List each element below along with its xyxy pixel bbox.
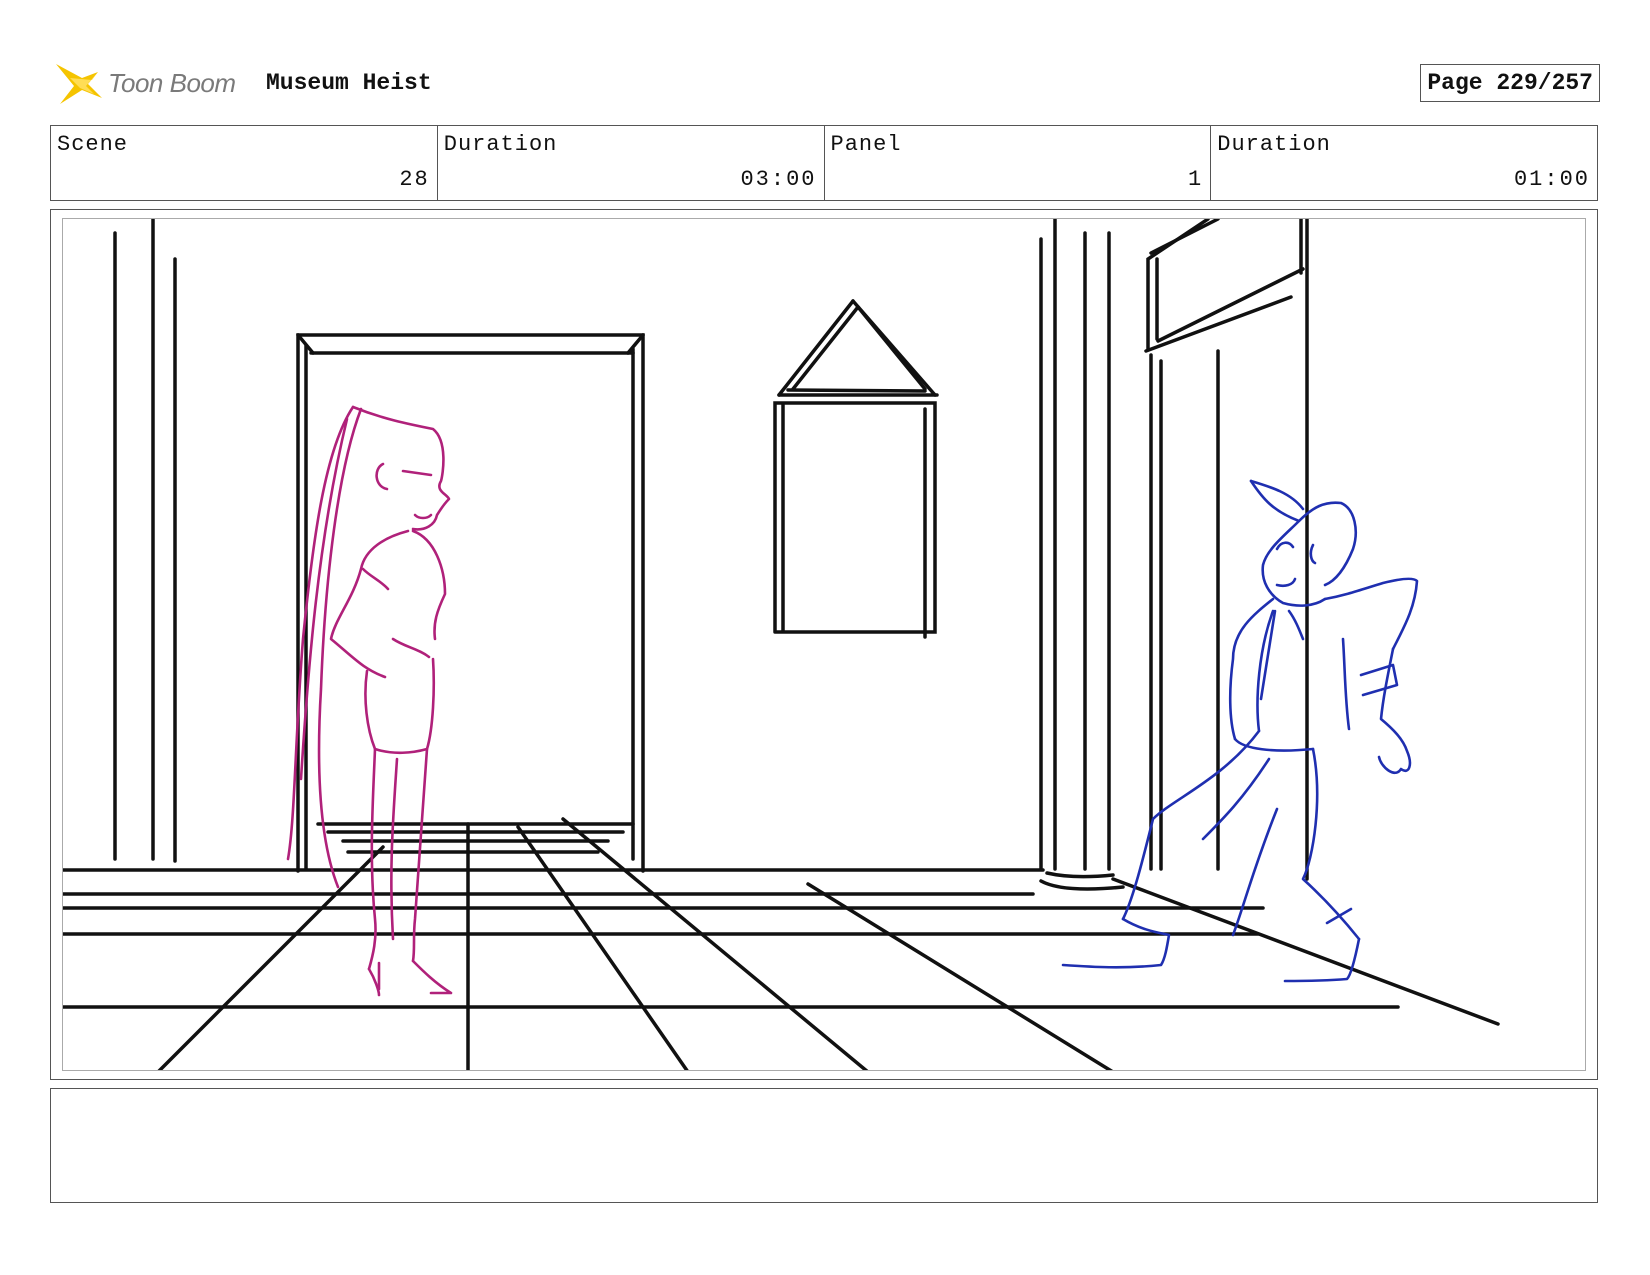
scene-cell: Scene 28	[51, 126, 438, 200]
storyboard-panel	[50, 209, 1598, 1080]
toon-boom-logo: Toon Boom	[52, 58, 252, 108]
scene-duration-cell: Duration 03:00	[438, 126, 825, 200]
panel-drawing-area	[62, 218, 1586, 1071]
background-sketch	[63, 219, 1500, 1070]
logo-text: Toon Boom	[108, 68, 236, 98]
project-title: Museum Heist	[266, 70, 432, 96]
panel-cell: Panel 1	[825, 126, 1212, 200]
panel-value: 1	[1188, 167, 1204, 192]
scene-label: Scene	[57, 132, 129, 157]
panel-duration-value: 01:00	[1513, 167, 1590, 192]
panel-duration-cell: Duration 01:00	[1211, 126, 1597, 200]
panel-label: Panel	[830, 132, 902, 157]
page-header: Toon Boom Museum Heist Page 229/257	[52, 58, 1600, 108]
man-character-sketch	[1061, 479, 1419, 983]
panel-duration-label: Duration	[1217, 132, 1331, 157]
page-indicator: Page 229/257	[1420, 64, 1600, 102]
scene-duration-value: 03:00	[740, 167, 817, 192]
scene-value: 28	[399, 167, 430, 192]
sketch-drawing	[63, 219, 1500, 1070]
panel-info-table: Scene 28 Duration 03:00 Panel 1 Duration…	[50, 125, 1598, 201]
starburst-icon	[56, 64, 102, 104]
panel-notes-box	[50, 1088, 1598, 1203]
scene-duration-label: Duration	[443, 132, 558, 157]
